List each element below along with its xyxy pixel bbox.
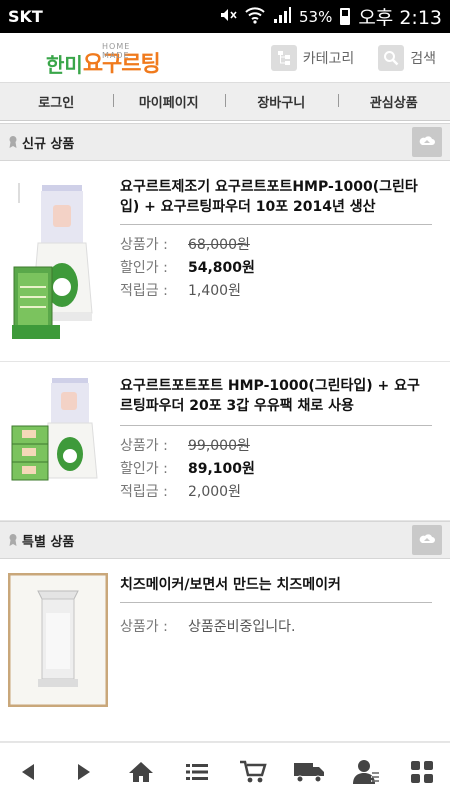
divider [120, 224, 432, 225]
points-label: 적립금 : [120, 283, 168, 299]
category-button[interactable]: 카테고리 [270, 44, 355, 71]
sale-row: 할인가 : 89,100원 [120, 457, 255, 479]
category-label: 카테고리 [302, 50, 355, 67]
signal-icon [273, 6, 291, 28]
price-row: 상품가 : 99,000원 [120, 434, 250, 456]
section-title: 신규 상품 [22, 136, 75, 152]
nav-cart[interactable]: 장바구니 [225, 92, 338, 111]
user-icon[interactable] [348, 754, 384, 790]
price-row: 상품가 : 68,000원 [120, 233, 250, 255]
price-label: 상품가 : [120, 438, 168, 454]
points-label: 적립금 : [120, 484, 168, 500]
logo-prefix: 한미 [46, 52, 83, 77]
product-card[interactable]: 치즈메이커/보면서 만드는 치즈메이커 상품가 : 상품준비중입니다. [0, 559, 450, 742]
divider [120, 425, 432, 426]
ribbon-icon [8, 135, 18, 149]
wifi-icon [245, 6, 265, 28]
forward-icon[interactable] [66, 754, 102, 790]
cart-icon[interactable] [235, 754, 271, 790]
price-label: 상품가 : [120, 619, 168, 635]
clock: 오후 2:13 [358, 7, 442, 29]
product-image[interactable] [8, 376, 103, 500]
back-icon[interactable] [10, 754, 46, 790]
points-row: 적립금 : 2,000원 [120, 480, 241, 502]
section-header-new: 신규 상품 [0, 123, 450, 161]
delivery-truck-icon[interactable] [291, 754, 327, 790]
mute-icon [219, 6, 237, 28]
product-image[interactable] [8, 175, 103, 354]
original-price: 68,000원 [188, 237, 250, 253]
bottom-toolbar [0, 742, 450, 800]
home-icon[interactable] [123, 754, 159, 790]
points-value: 1,400원 [188, 283, 241, 299]
site-header: 한미 요구르팅 HOME MADE 카테고리 검색 [0, 33, 450, 83]
nav-wishlist[interactable]: 관심상품 [337, 92, 450, 111]
sale-label: 할인가 : [120, 461, 168, 477]
nav-mypage[interactable]: 마이페이지 [112, 92, 226, 111]
category-icon [270, 44, 297, 71]
price-label: 상품가 : [120, 237, 168, 253]
scroll-top-button[interactable] [412, 525, 442, 555]
sale-price: 54,800원 [188, 260, 255, 276]
product-name[interactable]: 요구르트포트포트 HMP-1000(그린타입) + 요구르팅파우더 20포 3갑… [120, 376, 432, 416]
points-row: 적립금 : 1,400원 [120, 279, 241, 301]
search-icon [378, 44, 405, 71]
availability-note: 상품준비중입니다. [188, 619, 296, 635]
scroll-top-button[interactable] [412, 127, 442, 157]
product-image[interactable] [7, 572, 109, 711]
nav-login[interactable]: 로그인 [0, 92, 113, 111]
points-value: 2,000원 [188, 484, 241, 500]
site-logo[interactable]: 한미 요구르팅 HOME MADE [46, 38, 161, 78]
sale-price: 89,100원 [188, 461, 255, 477]
status-bar: SKT 53% 오후 2:13 [0, 0, 450, 33]
logo-sub: HOME MADE [102, 41, 131, 60]
search-button[interactable]: 검색 [378, 44, 436, 71]
main-nav: 로그인 마이페이지 장바구니 관심상품 [0, 83, 450, 121]
sale-row: 할인가 : 54,800원 [120, 256, 255, 278]
list-icon[interactable] [179, 754, 215, 790]
product-name[interactable]: 요구르트제조기 요구르트포트HMP-1000(그린타입) + 요구르팅파우더 1… [120, 177, 432, 217]
product-card[interactable]: 요구르트포트포트 HMP-1000(그린타입) + 요구르팅파우더 20포 3갑… [0, 362, 450, 521]
product-card[interactable]: 요구르트제조기 요구르트포트HMP-1000(그린타입) + 요구르팅파우더 1… [0, 161, 450, 362]
divider [120, 602, 432, 603]
ribbon-icon [8, 533, 18, 547]
section-header-special: 특별 상품 [0, 521, 450, 559]
section-title: 특별 상품 [22, 534, 75, 550]
carrier-label: SKT [8, 7, 43, 26]
battery-percent: 53% [298, 7, 333, 26]
battery-icon [340, 8, 351, 25]
product-name[interactable]: 치즈메이커/보면서 만드는 치즈메이커 [120, 575, 432, 595]
original-price: 99,000원 [188, 438, 250, 454]
price-row: 상품가 : 상품준비중입니다. [120, 615, 296, 637]
grid-icon[interactable] [404, 754, 440, 790]
search-label: 검색 [410, 50, 436, 67]
sale-label: 할인가 : [120, 260, 168, 276]
